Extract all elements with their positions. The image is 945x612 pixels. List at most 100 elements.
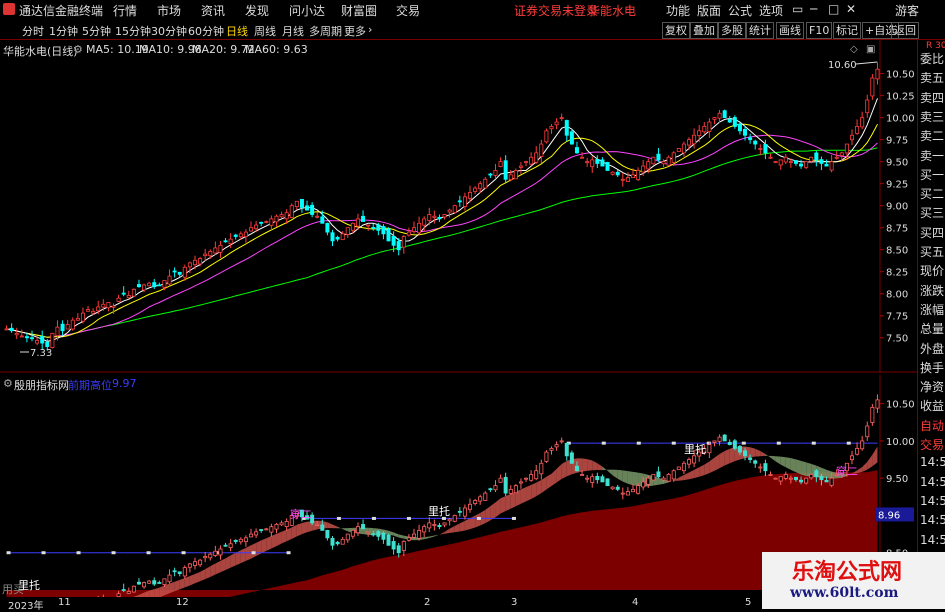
candle-body: [224, 241, 227, 242]
indicator-candle-body: [657, 472, 660, 477]
menu-item-exchange[interactable]: 市场: [157, 2, 181, 19]
trend-ribbon: [256, 540, 261, 556]
y-tick-label-3: 9.75: [886, 136, 908, 147]
indicator-candle-body: [575, 466, 578, 470]
indicator-candle-body: [142, 583, 145, 587]
login-status[interactable]: 证券交易未登录: [514, 2, 598, 19]
y-tick-label-4: 9.50: [886, 158, 908, 169]
indicator-candle-body: [560, 441, 563, 442]
candle-body: [759, 148, 762, 149]
candle-body: [550, 126, 553, 128]
y-tick-label-1: 10.25: [886, 92, 915, 103]
f10-button[interactable]: F10: [806, 22, 832, 39]
trend-ribbon: [343, 528, 348, 531]
tab-intraday[interactable]: 分时: [22, 23, 44, 39]
draw-line-button[interactable]: 画线: [776, 22, 804, 39]
trend-ribbon: [623, 470, 628, 483]
side-item-25: 14:56: [920, 533, 945, 547]
overlay-button[interactable]: 叠加: [690, 22, 718, 39]
guest-label[interactable]: 游客: [895, 2, 919, 19]
indicator-candle-body: [540, 463, 543, 474]
trend-ribbon: [862, 462, 867, 472]
mark-button[interactable]: 标记: [833, 22, 861, 39]
candle-body: [565, 120, 568, 135]
candle-body: [443, 214, 446, 216]
menu-item-discover[interactable]: 发现: [245, 2, 269, 19]
trend-ribbon: [159, 585, 164, 597]
indicator-candle-body: [524, 478, 527, 479]
trend-ribbon: [266, 536, 271, 551]
tab-1min[interactable]: 1分钟: [49, 23, 78, 39]
indicator-candle-body: [545, 452, 548, 461]
multi-stock-button[interactable]: 多股: [718, 22, 746, 39]
side-item-17: 净资: [920, 378, 944, 395]
level-label-text: 8.96: [878, 510, 900, 521]
side-item-6: 买一: [920, 166, 944, 183]
menu-item-news[interactable]: 资讯: [201, 2, 225, 19]
menu-item-trade[interactable]: 交易: [396, 2, 420, 19]
tab-more[interactable]: 更多: [344, 23, 366, 39]
trend-ribbon: [445, 529, 450, 534]
indicator-candle-body: [402, 542, 405, 551]
candle-body: [835, 157, 838, 158]
menu-item-assistant[interactable]: 问小达: [289, 2, 325, 19]
trend-ribbon: [424, 537, 429, 540]
candle-body: [458, 201, 461, 202]
more-chevron-icon[interactable]: ›: [368, 23, 372, 36]
trend-ribbon: [455, 523, 460, 532]
close-icon[interactable]: ✕: [846, 2, 856, 16]
candle-body: [153, 283, 156, 287]
window-icon[interactable]: ─: [810, 2, 817, 16]
tab-multi-period[interactable]: 多周期: [309, 23, 342, 39]
menu-item-formula[interactable]: 公式: [728, 2, 752, 19]
tab-60min[interactable]: 60分钟: [188, 23, 224, 39]
candle-body: [682, 144, 685, 153]
tab-monthly[interactable]: 月线: [282, 23, 304, 39]
indicator-candle-body: [682, 463, 685, 470]
candle-body: [876, 69, 879, 79]
candle-body: [871, 78, 874, 96]
indicator-candle-body: [132, 586, 135, 592]
y-tick-label-7: 8.75: [886, 224, 908, 235]
tab-daily[interactable]: 日线: [226, 23, 248, 39]
indicator-candle-body: [127, 591, 130, 593]
tab-5min[interactable]: 5分钟: [82, 23, 111, 39]
indicator-candle-body: [361, 524, 364, 528]
indicator-candle-body: [423, 527, 426, 532]
menu-item-market[interactable]: 行情: [113, 2, 137, 19]
candle-body: [193, 260, 196, 264]
stats-button[interactable]: 统计: [746, 22, 774, 39]
menu-item-function[interactable]: 功能: [666, 2, 690, 19]
trend-ribbon: [633, 472, 638, 486]
indicator-candle-body: [214, 551, 217, 555]
indicator-candle-body: [621, 493, 624, 494]
tab-weekly[interactable]: 周线: [254, 23, 276, 39]
candle-body: [530, 157, 533, 164]
menu-item-layout[interactable]: 版面: [697, 2, 721, 19]
trend-ribbon: [755, 449, 760, 457]
trend-ribbon: [261, 538, 266, 553]
maximize-icon[interactable]: □: [828, 2, 839, 16]
trend-ribbon: [195, 572, 200, 583]
trend-ribbon: [765, 454, 770, 458]
trend-ribbon: [546, 474, 551, 490]
menu-item-fortune[interactable]: 财富圈: [341, 2, 377, 19]
candle-body: [845, 144, 848, 153]
indicator-candle-body: [662, 478, 665, 480]
main-candlestick-chart[interactable]: 10.5010.2510.009.759.509.259.008.758.508…: [0, 40, 917, 373]
indicator-candle-body: [275, 524, 278, 529]
candle-body: [743, 129, 746, 135]
candle-body: [137, 285, 140, 287]
candle-body: [372, 227, 375, 228]
tab-15min[interactable]: 15分钟: [115, 23, 151, 39]
trend-ribbon: [338, 527, 343, 529]
tab-30min[interactable]: 30分钟: [151, 23, 187, 39]
indicator-candle-body: [687, 460, 690, 465]
menu-item-options[interactable]: 选项: [759, 2, 783, 19]
candle-body: [509, 175, 512, 180]
level-marker: [112, 551, 116, 554]
back-button[interactable]: 返回: [891, 22, 919, 39]
adjust-button[interactable]: 复权: [662, 22, 690, 39]
candle-body: [305, 206, 308, 210]
minimize-icon[interactable]: ▭: [792, 2, 803, 16]
